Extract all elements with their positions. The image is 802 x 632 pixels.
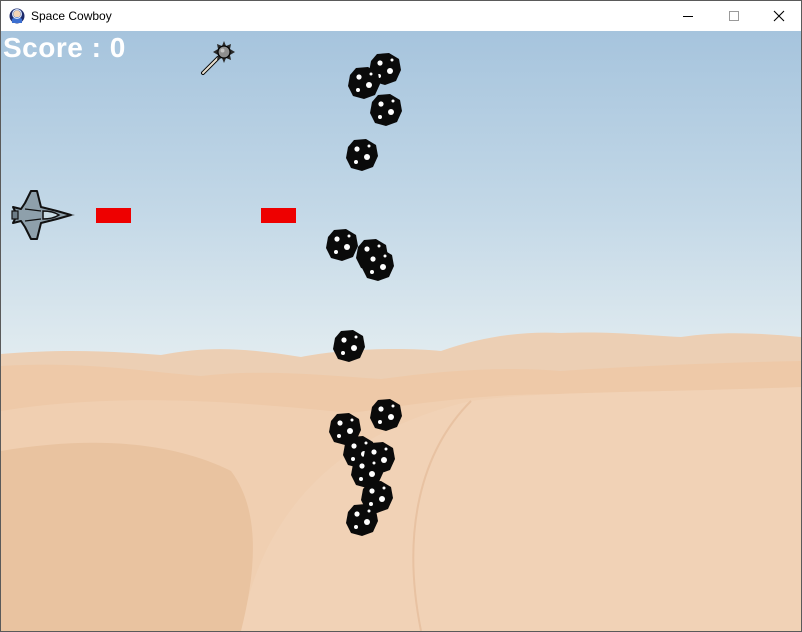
asteroid [370, 399, 402, 431]
app-icon [9, 8, 25, 24]
game-canvas[interactable]: Score : 0 [1, 31, 801, 631]
minimize-icon [683, 16, 693, 17]
asteroid [370, 94, 402, 126]
asteroid [333, 330, 365, 362]
asteroid [326, 229, 358, 261]
maximize-icon [729, 11, 739, 21]
laser-bullet [96, 208, 131, 223]
player-fighter-jet [11, 190, 75, 240]
game-window: Space Cowboy Score: 0 [0, 0, 802, 632]
close-button[interactable] [756, 1, 802, 31]
mace-powerup [201, 41, 235, 75]
asteroid [346, 504, 378, 536]
window-title: Space Cowboy [31, 9, 112, 23]
maximize-button[interactable] [711, 1, 757, 31]
title-bar[interactable]: Space Cowboy [1, 1, 801, 31]
minimize-button[interactable] [665, 1, 711, 31]
close-icon [773, 10, 785, 22]
laser-bullet [261, 208, 296, 223]
asteroid [362, 249, 394, 281]
score-label: Score : 0 [3, 32, 126, 63]
asteroid [346, 139, 378, 171]
